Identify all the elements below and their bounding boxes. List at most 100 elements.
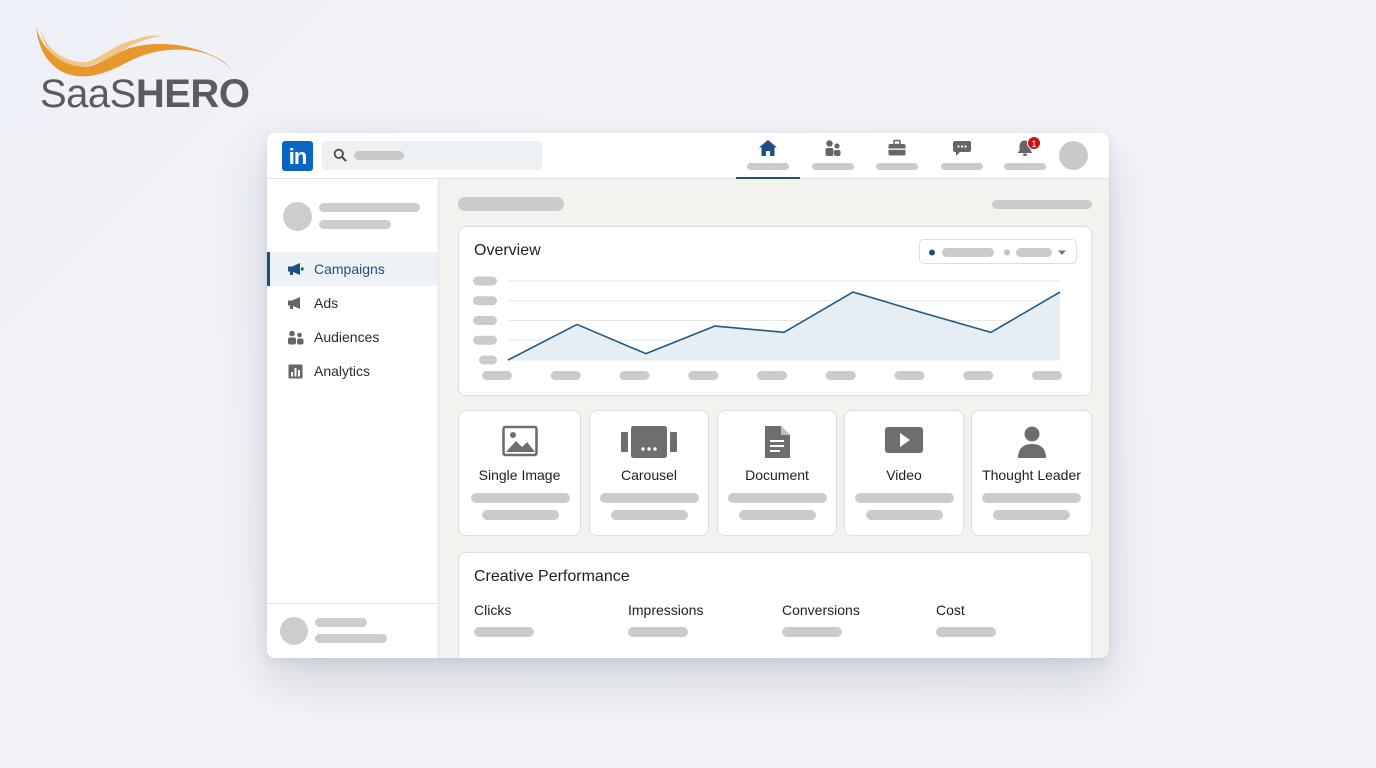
message-icon — [953, 141, 971, 156]
tile-label: Thought Leader — [982, 467, 1081, 483]
nav-label-bar — [812, 163, 854, 170]
person-icon — [1017, 426, 1046, 458]
metric-value-bar — [628, 627, 688, 637]
sidebar-item-analytics[interactable]: Analytics — [267, 354, 438, 388]
metric-cost-label: Cost — [936, 602, 965, 618]
tile-desc-bar — [982, 493, 1081, 503]
tile-desc-bar — [471, 493, 570, 503]
nav-label-bar — [747, 163, 789, 170]
footer-subtitle-bar — [315, 634, 387, 643]
tile-desc-bar — [600, 493, 699, 503]
nav-label-bar — [941, 163, 983, 170]
image-icon — [501, 425, 538, 457]
briefcase-icon — [888, 139, 906, 156]
x-tick-label — [1032, 371, 1062, 380]
sidebar-item-label: Campaigns — [314, 261, 385, 277]
x-tick-label — [550, 371, 581, 380]
x-tick-label — [619, 371, 650, 380]
x-tick-label — [963, 371, 994, 380]
x-tick-label — [894, 371, 925, 380]
series-selector-dropdown[interactable] — [919, 239, 1077, 264]
y-tick-label — [479, 355, 497, 365]
overview-card: Overview — [458, 226, 1092, 396]
metric-conversions-label: Conversions — [782, 602, 860, 618]
x-tick-label — [757, 371, 787, 380]
sidebar: Campaigns Ads Audiences Analytics — [267, 179, 439, 658]
format-tile-video[interactable]: Video — [844, 410, 964, 536]
nav-jobs[interactable] — [865, 133, 929, 179]
tile-desc-bar — [993, 510, 1070, 520]
format-tile-carousel[interactable]: Carousel — [589, 410, 709, 536]
tile-label: Document — [745, 467, 809, 483]
x-tick-label — [688, 371, 719, 380]
sidebar-item-audiences[interactable]: Audiences — [267, 320, 438, 354]
home-icon — [759, 140, 777, 156]
footer-avatar[interactable] — [280, 617, 308, 645]
metric-value-bar — [936, 627, 996, 637]
nav-network[interactable] — [801, 133, 865, 179]
sidebar-item-campaigns[interactable]: Campaigns — [267, 252, 438, 286]
brand-name-bold: HERO — [135, 72, 250, 116]
document-icon — [765, 426, 790, 458]
nav-messaging[interactable] — [930, 133, 994, 179]
search-input[interactable] — [322, 141, 542, 170]
search-icon — [333, 148, 347, 162]
area-fill — [508, 292, 1060, 360]
brand-wordmark: SaaSHERO — [40, 72, 250, 117]
nav-label-bar — [1004, 163, 1046, 170]
legend-dot-secondary — [1004, 249, 1010, 256]
carousel-icon — [621, 426, 677, 458]
creative-performance-title: Creative Performance — [474, 568, 630, 585]
y-tick-label — [473, 296, 497, 306]
overview-line-chart — [473, 276, 1062, 380]
x-tick-label — [482, 371, 512, 380]
tile-label: Carousel — [620, 467, 678, 483]
brand-name-light: SaaS — [40, 72, 136, 116]
metric-impressions-label: Impressions — [628, 602, 704, 618]
linkedin-logo[interactable]: in — [282, 141, 313, 171]
megaphone-icon — [287, 261, 304, 277]
tile-desc-bar — [855, 493, 954, 503]
footer-name-bar — [315, 618, 367, 627]
format-tile-single-image[interactable]: Single Image — [458, 410, 581, 536]
legend-dot-primary — [929, 249, 935, 256]
nav-home[interactable] — [736, 133, 800, 179]
date-range-bar[interactable] — [992, 200, 1092, 209]
video-play-icon — [885, 427, 923, 453]
app-window: in 1 Campaigns Ads Audiences Analytics O… — [267, 133, 1109, 658]
legend-label-bar — [1016, 248, 1052, 257]
main-content: Overview Single Image Carousel Document … — [439, 179, 1109, 658]
bar-chart-icon — [287, 363, 304, 379]
nav-notifications[interactable]: 1 — [993, 133, 1057, 179]
profile-avatar[interactable] — [1059, 141, 1088, 170]
y-tick-label — [473, 316, 497, 325]
nav-label-bar — [876, 163, 918, 170]
tile-label: Single Image — [478, 467, 561, 483]
notification-badge: 1 — [1027, 136, 1041, 150]
creative-performance-card: Creative Performance Clicks Impressions … — [458, 552, 1092, 658]
chevron-down-icon — [1058, 250, 1066, 255]
overview-title: Overview — [474, 242, 541, 259]
sidebar-item-label: Audiences — [314, 329, 380, 345]
megaphone-outline-icon — [287, 295, 304, 311]
tile-label: Video — [886, 467, 922, 483]
page-title-bar — [458, 197, 564, 211]
format-tile-thought-leader[interactable]: Thought Leader — [971, 410, 1092, 536]
tile-desc-bar — [739, 510, 816, 520]
tile-desc-bar — [611, 510, 688, 520]
y-tick-label — [473, 276, 497, 286]
search-placeholder-bar — [354, 151, 404, 160]
saashero-logo: SaaSHERO — [30, 20, 250, 120]
account-subtitle-bar — [319, 220, 391, 229]
sidebar-item-label: Analytics — [314, 363, 371, 379]
metric-value-bar — [782, 627, 842, 637]
format-tile-document[interactable]: Document — [717, 410, 837, 536]
tile-desc-bar — [866, 510, 943, 520]
people-icon — [287, 329, 304, 345]
sidebar-item-label: Ads — [314, 295, 339, 311]
sidebar-item-ads[interactable]: Ads — [267, 286, 438, 320]
y-tick-label — [473, 335, 497, 345]
people-icon — [825, 140, 841, 156]
x-tick-label — [825, 371, 856, 380]
account-name-bar — [319, 203, 420, 212]
